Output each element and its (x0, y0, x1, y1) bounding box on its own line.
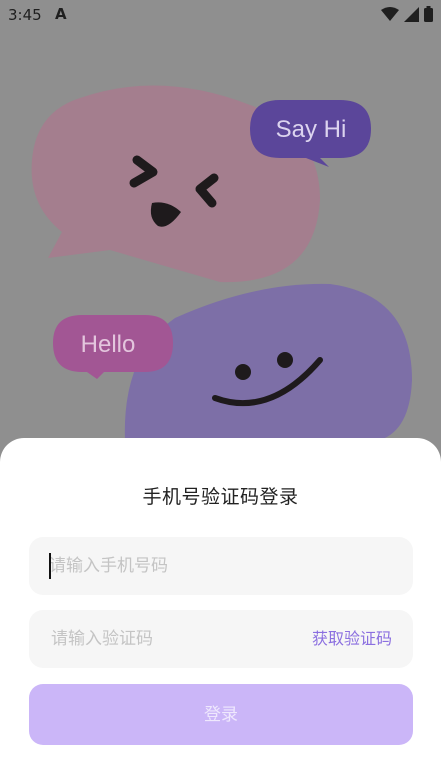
code-field-container: 获取验证码 (29, 610, 413, 668)
chat-illustration: Say Hi Hello (31, 85, 412, 440)
text-caret (49, 553, 51, 579)
get-code-button[interactable]: 获取验证码 (312, 610, 392, 668)
hello-text: Hello (81, 331, 136, 358)
phone-field-container (29, 537, 413, 595)
login-sheet: 手机号验证码登录 获取验证码 登录 (0, 438, 441, 784)
login-button[interactable]: 登录 (29, 684, 413, 745)
page-title: 手机号验证码登录 (142, 486, 299, 508)
phone-input[interactable] (49, 537, 389, 595)
verification-code-input[interactable] (51, 610, 281, 668)
say-hi-text: Say Hi (276, 116, 347, 143)
